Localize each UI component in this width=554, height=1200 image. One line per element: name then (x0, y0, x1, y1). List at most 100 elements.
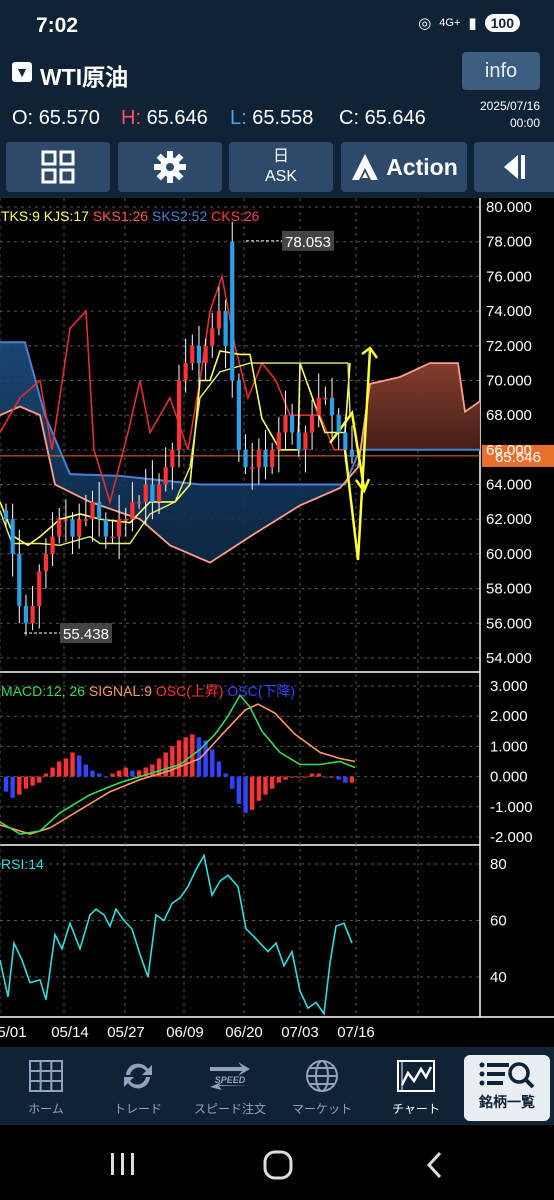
macd-osc-bar (249, 776, 255, 810)
macd-osc-bar (110, 773, 115, 777)
candle-body (349, 449, 355, 457)
high-marker-label: 78.053 (285, 234, 331, 251)
macd-osc-bar (349, 776, 355, 783)
candle-body (296, 432, 301, 450)
macd-osc-bar (130, 770, 135, 777)
collapse-panel-button[interactable] (474, 142, 554, 192)
nav-market-label: マーケット (291, 1102, 352, 1116)
status-icons: ◎ 4G+ ▮ 100 (418, 14, 520, 32)
macd-osc-bar (263, 776, 268, 795)
action-button[interactable]: Action (341, 142, 467, 192)
macd-osc-bar (96, 773, 102, 777)
back-icon[interactable] (424, 1150, 444, 1180)
price-tick-label: 68.000 (486, 407, 532, 424)
candle-body (309, 415, 315, 433)
macd-osc-bar (269, 776, 275, 789)
macd-osc-bar (3, 776, 9, 792)
macd-osc-bar (170, 746, 175, 777)
candle-body (70, 519, 75, 537)
macd-osc-bar (216, 761, 222, 777)
macd-osc-bar (296, 776, 301, 778)
home-icon[interactable] (262, 1149, 294, 1181)
legend-entry: KJS:17 (40, 208, 89, 224)
nav-market[interactable]: マーケット (276, 1047, 368, 1125)
macd-osc-bar (23, 776, 29, 789)
hotspot-icon: ◎ (418, 15, 432, 32)
candle-body (283, 415, 288, 433)
macd-tick-label: -1.000 (490, 799, 533, 816)
home-grid-icon (29, 1060, 63, 1092)
nav-home[interactable]: ホーム (0, 1047, 92, 1125)
macd-osc-bar (223, 773, 228, 777)
price-tick-label: 60.000 (486, 546, 532, 563)
layout-grid-button[interactable] (6, 142, 110, 192)
nav-chart[interactable]: チャート (370, 1047, 462, 1125)
candle-body (183, 363, 188, 381)
macd-osc-bar (323, 776, 328, 778)
legend-entry: CKS:26 (207, 208, 259, 224)
macd-osc-bar (336, 776, 341, 780)
candle-body (276, 432, 281, 450)
price-tick-label: 56.000 (486, 615, 532, 632)
macd-osc-bar (183, 737, 188, 777)
macd-osc-bar (123, 767, 128, 777)
legend-entry: SIGNAL:9 (85, 683, 152, 699)
candle-body (150, 484, 155, 502)
chart-legends: TKS:9 KJS:17 SKS1:26 SKS2:52 CKS:26 MACD:… (1, 208, 295, 872)
nav-speed-order[interactable]: SPEED スピード注文 (184, 1047, 276, 1125)
settings-button[interactable] (118, 142, 222, 192)
macd-osc-bar (329, 776, 335, 778)
candle-body (43, 553, 49, 572)
rsi-tick-label: 80 (490, 856, 507, 873)
candle-body (203, 345, 208, 364)
nav-symbol-list[interactable]: 銘柄一覧 (464, 1055, 550, 1121)
macd-osc-bar (76, 755, 82, 777)
candle-body (170, 449, 175, 468)
period-label: 日 (272, 148, 289, 165)
candle-body (77, 519, 82, 537)
macd-osc-bar (243, 776, 248, 813)
macd-osc-bar (309, 773, 315, 777)
macd-osc-bar (57, 761, 62, 777)
macd-osc-bar (83, 764, 89, 777)
macd-osc-bar (103, 776, 109, 778)
info-button[interactable]: info (462, 52, 540, 90)
candle-body (17, 553, 22, 606)
bullish-cloud (358, 363, 480, 468)
recent-apps-icon[interactable] (108, 1151, 138, 1177)
macd-osc-bar (210, 749, 215, 777)
macd-osc-bar (10, 776, 15, 798)
rsi-line (0, 853, 353, 1016)
macd-osc-bar (236, 776, 242, 804)
candle-body (210, 328, 215, 346)
macd-osc-bar (343, 776, 348, 783)
ichimoku-legend: TKS:9 KJS:17 SKS1:26 SKS2:52 CKS:26 (1, 208, 260, 224)
macd-osc-bar (283, 776, 288, 780)
candle-body (290, 415, 295, 433)
symbol-name[interactable]: WTI原油 (40, 58, 128, 92)
status-time: 7:02 (36, 14, 79, 37)
macd-osc-bar (17, 776, 22, 795)
candle-body (190, 345, 195, 364)
price-tick-label: 54.000 (486, 650, 532, 667)
candle-body (303, 432, 308, 450)
nav-trade[interactable]: トレード (92, 1047, 184, 1125)
candle-body (236, 380, 241, 450)
period-ask-button[interactable]: 日 ASK (229, 142, 333, 192)
macd-osc-bar (30, 776, 35, 786)
legend-entry: SKS2:52 (148, 208, 207, 224)
low-marker-label: 55.438 (63, 626, 109, 643)
bar-datetime: 2025/07/16 00:00 (480, 98, 540, 132)
legend-entry: RSI:14 (1, 856, 44, 872)
grid-icon (41, 150, 75, 184)
symbol-dropdown-icon[interactable]: ▼ (12, 62, 32, 82)
date-tick-label: 06/09 (166, 1024, 204, 1041)
signal-icon: ▮ (468, 15, 477, 32)
price-chart[interactable]: 78.05355.43865.646 80.00078.00076.00074.… (0, 198, 554, 1047)
action-a-icon (352, 154, 379, 180)
price-tick-label: 62.000 (486, 511, 532, 528)
candle-body (243, 449, 248, 468)
action-label: Action (386, 153, 458, 180)
legend-entry: SKS1:26 (89, 208, 148, 224)
date-tick-label: 05/14 (51, 1024, 89, 1041)
